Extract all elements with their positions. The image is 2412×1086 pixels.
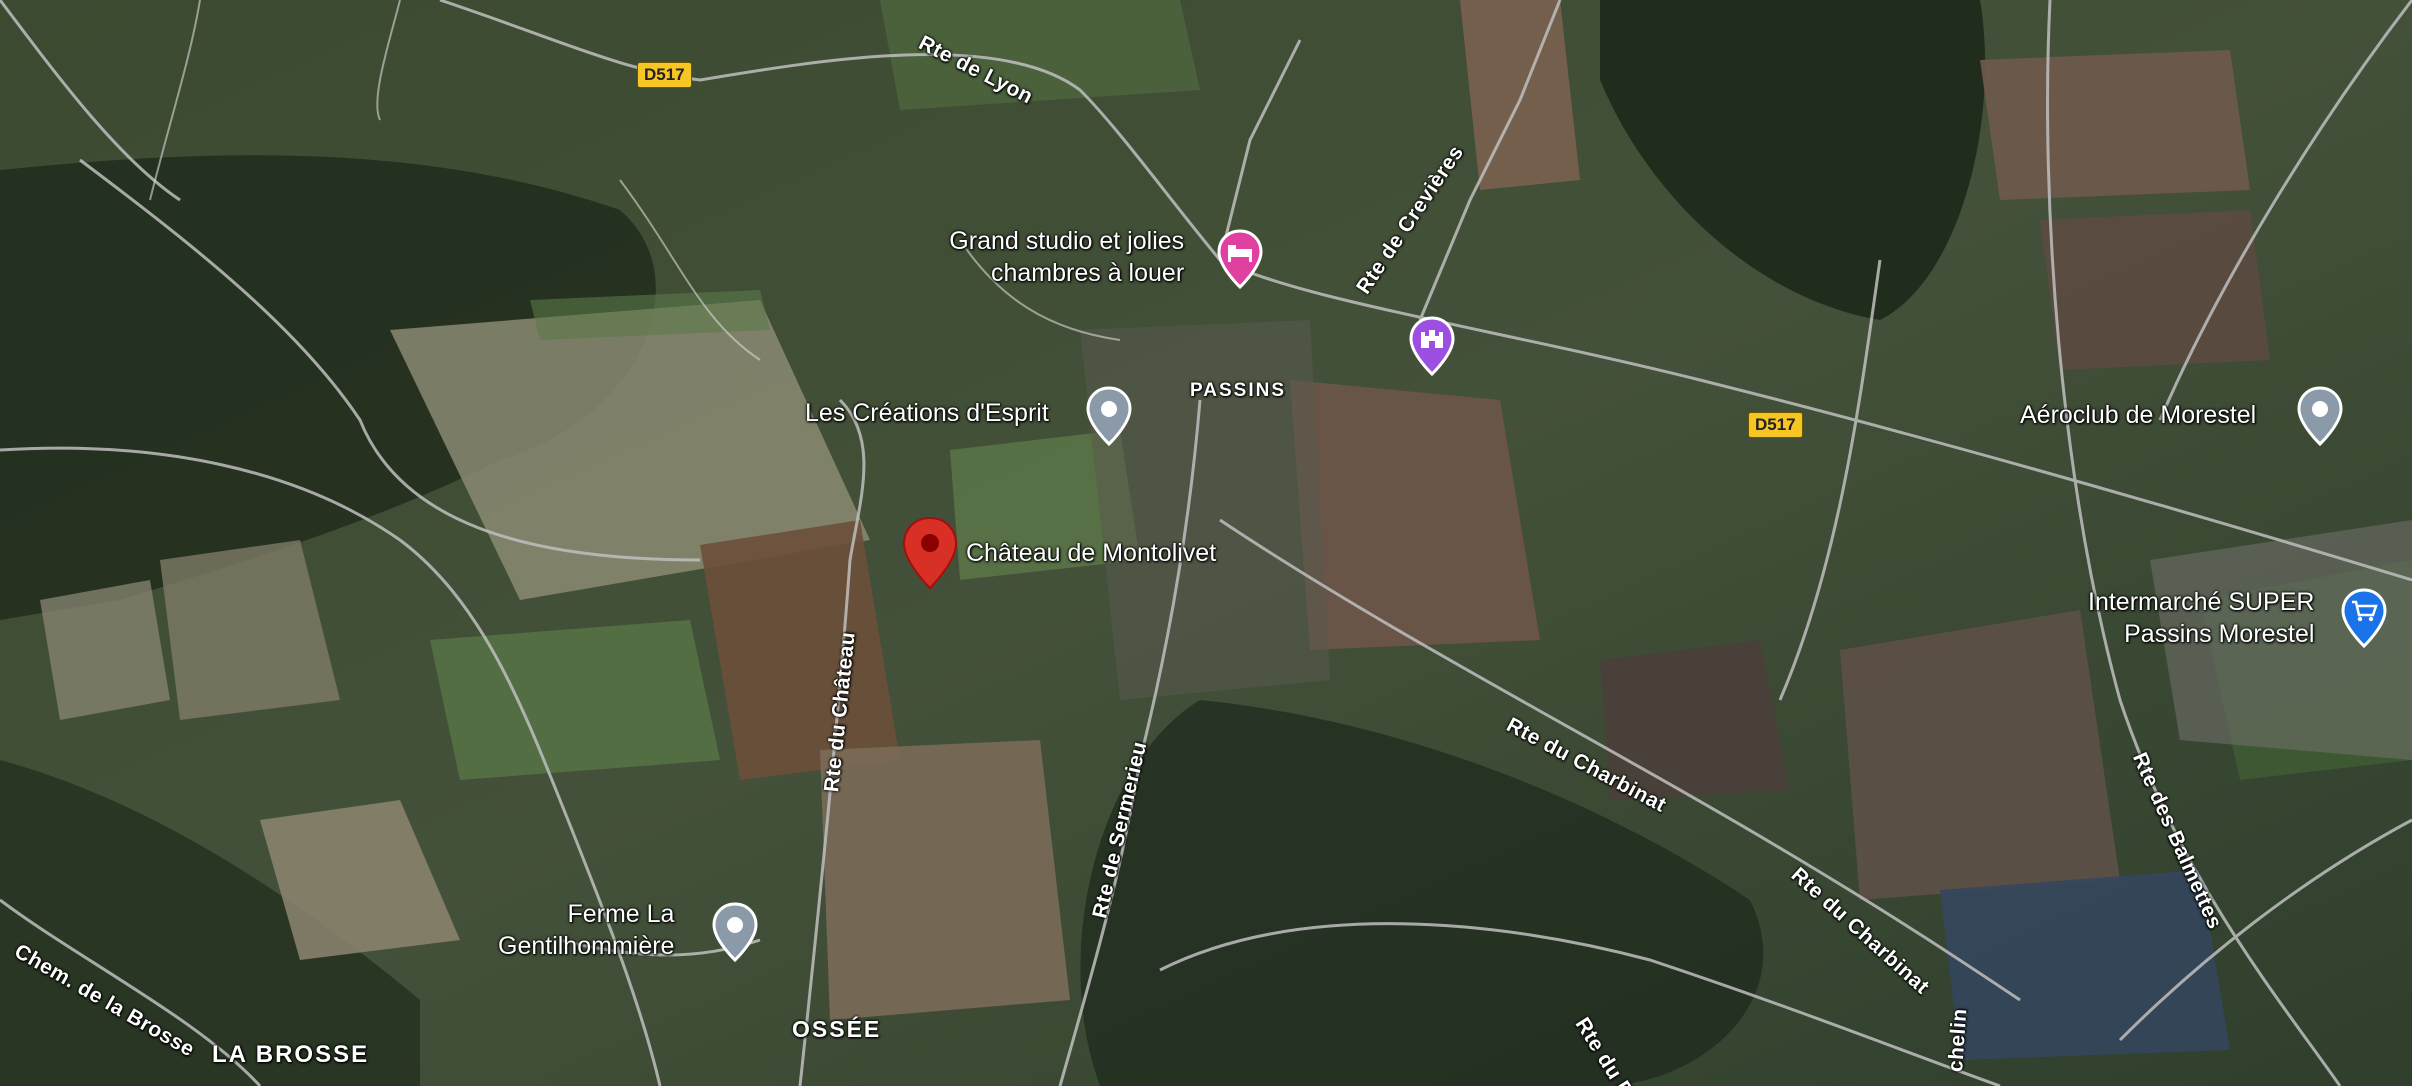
poi-marker-chateau-montolivet[interactable] — [902, 516, 958, 595]
place-label-la-brosse: LA BROSSE — [212, 1041, 370, 1068]
poi-label-chateau-montolivet[interactable]: Château de Montolivet — [966, 537, 1216, 569]
poi-marker-ferme[interactable] — [711, 902, 759, 967]
poi-label-intermarche[interactable]: Intermarché SUPER Passins Morestel — [2088, 586, 2314, 650]
pin-icon — [1086, 386, 1132, 447]
poi-label-line: Intermarché SUPER — [2088, 588, 2315, 616]
pin-icon — [2297, 386, 2343, 447]
cart-icon — [2341, 588, 2387, 649]
poi-label-ferme[interactable]: Ferme La Gentilhommière — [498, 898, 674, 962]
poi-label-grand-studio[interactable]: Grand studio et jolies chambres à louer — [943, 225, 1184, 289]
poi-marker-creations-esprit[interactable] — [1085, 386, 1133, 451]
poi-label-line: Gentilhommière — [498, 932, 675, 960]
poi-label-aeroclub[interactable]: Aéroclub de Morestel — [2020, 399, 2256, 431]
route-shield-d517: D517 — [637, 62, 692, 88]
poi-marker-landmark[interactable] — [1408, 316, 1456, 381]
pin-icon — [712, 902, 758, 963]
poi-marker-aeroclub[interactable] — [2296, 386, 2344, 451]
poi-marker-grand-studio[interactable] — [1216, 229, 1264, 294]
poi-marker-intermarche[interactable] — [2340, 588, 2388, 653]
red-pin-icon — [902, 516, 958, 590]
poi-label-line: Ferme La — [567, 900, 675, 928]
place-label-passins: PASSINS — [1190, 380, 1287, 401]
map-view[interactable]: D517 D517 Rte de Lyon Rte de Crevières R… — [0, 0, 2412, 1086]
bed-icon — [1217, 229, 1263, 290]
poi-label-line: Grand studio et jolies — [949, 227, 1185, 255]
poi-label-line: chambres à louer — [991, 259, 1185, 287]
castle-icon — [1409, 316, 1455, 377]
poi-label-creations-esprit[interactable]: Les Créations d'Esprit — [805, 397, 1049, 429]
place-label-ossee: OSSÉE — [792, 1016, 882, 1042]
route-shield-d517: D517 — [1748, 412, 1803, 438]
road-label-chemin: chelin — [1944, 1007, 1972, 1073]
poi-label-line: Passins Morestel — [2124, 620, 2315, 648]
